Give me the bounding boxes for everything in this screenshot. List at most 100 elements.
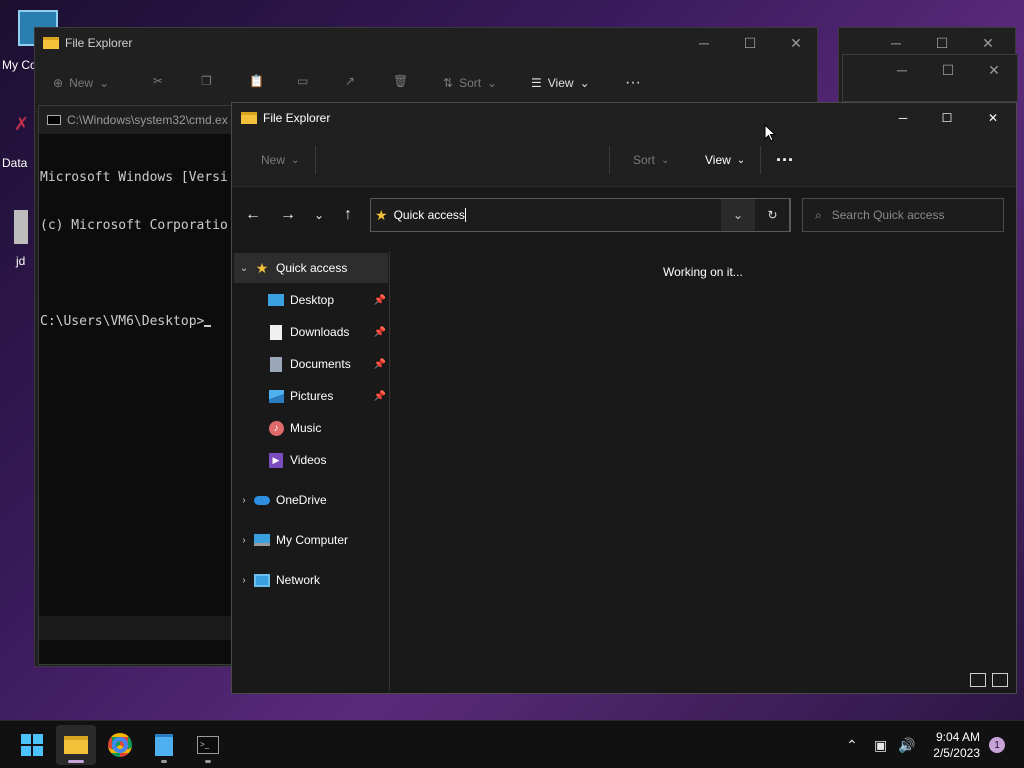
more-options-icon[interactable]: ···	[776, 133, 794, 187]
show-hidden-icons-chevron-icon[interactable]: ⌃	[846, 721, 858, 768]
pictures-folder-icon	[268, 388, 284, 404]
close-button[interactable]: ✕	[773, 28, 819, 58]
details-view-icon[interactable]	[970, 673, 986, 687]
desktop-icon-label: My Co	[2, 58, 37, 72]
start-button[interactable]	[12, 725, 52, 765]
sidebar-item-onedrive[interactable]: › OneDrive	[234, 485, 388, 515]
paste-icon[interactable]: 📋	[249, 74, 264, 88]
maximize-button[interactable]: ☐	[727, 28, 773, 58]
text-cursor	[204, 325, 212, 327]
sidebar-item-network[interactable]: › Network	[234, 565, 388, 595]
taskbar-file-explorer[interactable]	[56, 725, 96, 765]
music-folder-icon: ♪	[268, 420, 284, 436]
sort-button[interactable]: ⇅ Sort ⌄	[443, 76, 497, 90]
cut-icon[interactable]: ✂	[153, 74, 163, 88]
pin-icon[interactable]: 📌	[374, 391, 386, 402]
onedrive-icon	[254, 492, 270, 508]
sidebar-item-quick-access[interactable]: ⌄ ★ Quick access	[234, 253, 388, 283]
chevron-down-icon: ⌄	[579, 76, 590, 90]
more-label: ···	[776, 149, 794, 170]
cmd-window[interactable]: C:\Windows\system32\cmd.ex Microsoft Win…	[38, 105, 238, 665]
sidebar-item-documents[interactable]: Documents 📌	[234, 349, 388, 379]
taskbar: >_ ⌃ ▣ 🔊 9:04 AM 2/5/2023 1	[0, 720, 1024, 768]
folder-icon	[43, 37, 59, 49]
chevron-right-icon[interactable]: ›	[234, 495, 254, 506]
system-clock[interactable]: 9:04 AM 2/5/2023	[933, 729, 980, 761]
sidebar-item-label: Downloads	[290, 325, 350, 339]
view-button[interactable]: View ⌄	[705, 133, 745, 187]
sidebar-item-music[interactable]: ♪ Music	[234, 413, 388, 443]
large-icons-view-icon[interactable]	[992, 673, 1008, 687]
minimize-button[interactable]: ─	[681, 28, 727, 58]
close-button[interactable]: ✕	[970, 103, 1016, 133]
refresh-icon[interactable]: ↻	[756, 198, 790, 232]
window-title: File Explorer	[263, 111, 331, 125]
pin-icon[interactable]: 📌	[374, 295, 386, 306]
forward-arrow-icon[interactable]: →	[273, 201, 303, 229]
maximize-button[interactable]: ☐	[925, 55, 971, 85]
view-label: View	[547, 76, 574, 90]
sidebar-item-pictures[interactable]: Pictures 📌	[234, 381, 388, 411]
terminal-icon: >_	[197, 736, 219, 754]
cmd-titlebar[interactable]: C:\Windows\system32\cmd.ex	[39, 106, 237, 134]
network-status-icon[interactable]: ▣	[874, 721, 887, 768]
navigation-pane: ⌄ ★ Quick access Desktop 📌 Downloads 📌 D…	[232, 251, 390, 691]
cmd-output[interactable]: Microsoft Windows [Versi (c) Microsoft C…	[39, 134, 237, 366]
clock-time: 9:04 AM	[935, 730, 980, 744]
file-explorer-window[interactable]: File Explorer ─ ☐ ✕ New ⌄ Sort ⌄ View ⌄ …	[231, 102, 1017, 694]
rename-icon[interactable]: ▭	[297, 74, 308, 88]
address-dropdown-chevron-icon[interactable]: ⌄	[721, 199, 755, 231]
sidebar-item-videos[interactable]: ▶ Videos	[234, 445, 388, 475]
back-arrow-icon[interactable]: ←	[238, 201, 268, 229]
copy-icon[interactable]: ❐	[201, 74, 212, 88]
sort-button[interactable]: Sort ⌄	[633, 133, 669, 187]
start-icon	[21, 734, 43, 756]
sidebar-item-downloads[interactable]: Downloads 📌	[234, 317, 388, 347]
pin-icon[interactable]: 📌	[374, 359, 386, 370]
cmd-line: (c) Microsoft Corporatio	[40, 218, 228, 233]
mouse-cursor-icon	[764, 123, 777, 145]
sidebar-item-my-computer[interactable]: › My Computer	[234, 525, 388, 555]
search-input[interactable]	[831, 208, 982, 222]
taskbar-notepad[interactable]	[144, 725, 184, 765]
taskbar-chrome[interactable]	[100, 725, 140, 765]
delete-icon[interactable]: 🗑	[393, 74, 408, 88]
close-button[interactable]: ✕	[971, 55, 1017, 85]
recent-locations-chevron-icon[interactable]: ⌄	[304, 201, 334, 229]
volume-icon[interactable]: 🔊	[898, 721, 915, 768]
background-window[interactable]: ─ ☐ ✕	[842, 54, 1018, 102]
up-arrow-icon[interactable]: ↑	[333, 201, 363, 229]
share-icon[interactable]: ↗	[345, 74, 355, 88]
more-options-icon[interactable]: ···	[625, 74, 641, 92]
view-button[interactable]: ☰ View ⌄	[531, 76, 590, 90]
window-title: File Explorer	[65, 36, 133, 50]
new-button[interactable]: New ⌄	[261, 133, 299, 187]
chevron-right-icon[interactable]: ›	[234, 535, 254, 546]
maximize-button[interactable]: ☐	[924, 103, 970, 133]
cmd-prompt: C:\Users\VM6\Desktop>	[40, 314, 236, 330]
minimize-button[interactable]: ─	[879, 55, 925, 85]
chevron-down-icon[interactable]: ⌄	[234, 263, 254, 274]
taskbar-terminal[interactable]: >_	[188, 725, 228, 765]
chevron-right-icon[interactable]: ›	[234, 575, 254, 586]
star-icon: ★	[255, 259, 269, 276]
file-icon	[14, 210, 28, 244]
desktop-icon-label: jd	[16, 254, 26, 268]
address-bar[interactable]: ★ Quick access ⌄	[370, 198, 791, 232]
chevron-down-icon: ⌄	[99, 76, 110, 90]
search-box[interactable]: ⌕	[802, 198, 1004, 232]
desktop-icon-my-computer[interactable]: My Co	[0, 10, 58, 72]
computer-icon	[254, 532, 270, 548]
pin-icon[interactable]: 📌	[374, 327, 386, 338]
minimize-button[interactable]: ─	[880, 103, 926, 133]
new-label: New	[69, 76, 94, 90]
chrome-icon	[108, 733, 132, 757]
clock-date: 2/5/2023	[933, 746, 980, 760]
cmd-icon	[47, 115, 61, 125]
documents-folder-icon	[268, 356, 284, 372]
sidebar-item-desktop[interactable]: Desktop 📌	[234, 285, 388, 315]
notification-badge[interactable]: 1	[989, 737, 1005, 753]
view-label: View	[705, 153, 731, 167]
new-button[interactable]: ⊕ New ⌄	[53, 76, 109, 90]
chevron-down-icon: ⌄	[661, 154, 670, 166]
